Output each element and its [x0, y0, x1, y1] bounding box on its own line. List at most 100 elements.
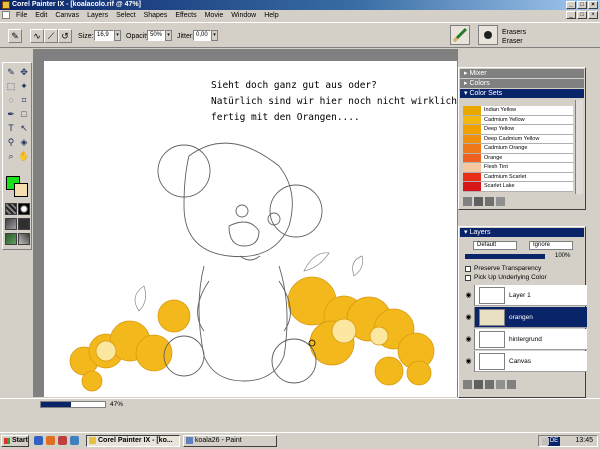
pattern-selector-icon[interactable]: [5, 218, 17, 230]
size-field[interactable]: 16,9: [94, 30, 114, 41]
color-set-item[interactable]: Deep Yellow: [463, 125, 573, 135]
firefox-quicklaunch-icon[interactable]: [46, 436, 55, 445]
delete-layer-icon[interactable]: [507, 380, 516, 389]
minimize-button[interactable]: _: [566, 1, 576, 9]
doc-restore-button[interactable]: □: [577, 11, 587, 19]
doc-close-button[interactable]: ×: [588, 11, 598, 19]
close-button[interactable]: ×: [588, 1, 598, 9]
colors-panel-header[interactable]: ▸ Colors: [460, 79, 584, 88]
color-set-item[interactable]: Orange: [463, 153, 573, 163]
pen-icon[interactable]: ✒: [5, 108, 17, 120]
rectangle-select-icon[interactable]: ⬚: [5, 80, 17, 92]
color-set-item[interactable]: Indian Yellow: [463, 106, 573, 116]
browser-quicklaunch-icon[interactable]: [34, 436, 43, 445]
menu-edit[interactable]: Edit: [31, 12, 51, 19]
additional-color-swatch[interactable]: [14, 183, 28, 197]
delete-color-icon[interactable]: [485, 197, 494, 206]
color-sets-panel-header[interactable]: ▾ Color Sets: [460, 89, 584, 98]
brush-category-label[interactable]: Erasers: [502, 29, 526, 36]
eye-icon[interactable]: ◉: [463, 306, 475, 328]
library-icon[interactable]: [463, 197, 472, 206]
lasso-icon[interactable]: ◌: [5, 94, 17, 106]
menu-file[interactable]: File: [12, 12, 31, 19]
layers-panel-header[interactable]: ▾ Layers: [460, 228, 584, 237]
menu-shapes[interactable]: Shapes: [140, 12, 172, 19]
doc-minimize-button[interactable]: _: [566, 11, 576, 19]
mask-icon[interactable]: [485, 380, 494, 389]
magic-wand-icon[interactable]: ✦: [18, 80, 30, 92]
layer-adjuster-icon[interactable]: ✥: [18, 66, 30, 78]
volume-icon[interactable]: [542, 438, 549, 445]
color-set-item[interactable]: Cadmium Scarlet: [463, 172, 573, 182]
maximize-button[interactable]: □: [577, 1, 587, 9]
eye-icon[interactable]: ◉: [463, 350, 475, 372]
desktop-quicklaunch-icon[interactable]: [70, 436, 79, 445]
preserve-transparency-option[interactable]: Preserve Transparency: [465, 265, 541, 272]
freehand-stroke-icon[interactable]: ∿: [30, 29, 44, 43]
jitter-field[interactable]: 0,00: [193, 30, 211, 41]
layer-row-hintergrund[interactable]: ◉ hintergrund: [463, 328, 587, 350]
brush-tool-icon[interactable]: ✎: [8, 29, 22, 43]
text-icon[interactable]: T: [5, 122, 17, 134]
crop-icon[interactable]: ⌗: [18, 94, 30, 106]
mixer-panel-header[interactable]: ▸ Mixer: [460, 69, 584, 78]
color-set-item[interactable]: Cadmium Yellow: [463, 115, 573, 125]
app-quicklaunch-icon[interactable]: [58, 436, 67, 445]
paper-selector-icon[interactable]: [5, 203, 17, 215]
brush-variant-label[interactable]: Eraser: [502, 38, 523, 45]
nozzle-selector-icon[interactable]: [5, 233, 17, 245]
new-layer-icon[interactable]: [496, 380, 505, 389]
menu-movie[interactable]: Movie: [201, 12, 228, 19]
pick-up-color-option[interactable]: Pick Up Underlying Color: [465, 274, 547, 281]
menu-effects[interactable]: Effects: [171, 12, 200, 19]
color-set-item[interactable]: Deep Cadmium Yellow: [463, 134, 573, 144]
magnifier-icon[interactable]: ⌕: [5, 150, 17, 162]
opacity-dropdown-icon[interactable]: ▾: [165, 30, 172, 41]
document-icon[interactable]: [2, 11, 10, 19]
layer-row-layer-1[interactable]: ◉ Layer 1: [463, 284, 587, 306]
menu-select[interactable]: Select: [112, 12, 139, 19]
eye-icon[interactable]: ◉: [463, 284, 475, 306]
brush-selector[interactable]: Erasers Eraser: [448, 23, 600, 47]
reset-tool-icon[interactable]: ↺: [58, 29, 72, 43]
opacity-field[interactable]: 50%: [147, 30, 165, 41]
color-sets-scrollbar[interactable]: [575, 100, 583, 194]
jitter-dropdown-icon[interactable]: ▾: [211, 30, 218, 41]
preserve-transparency-checkbox[interactable]: [465, 265, 471, 272]
menu-layers[interactable]: Layers: [83, 12, 112, 19]
straight-line-icon[interactable]: ⟋: [44, 29, 58, 43]
brush-variant-icon[interactable]: [478, 25, 498, 45]
drawing-canvas[interactable]: Sieht doch ganz gut aus oder? Natürlich …: [44, 61, 457, 397]
menu-window[interactable]: Window: [227, 12, 260, 19]
add-color-icon[interactable]: [474, 197, 483, 206]
shape-select-icon[interactable]: ↖: [18, 122, 30, 134]
zoom-slider[interactable]: [40, 401, 106, 408]
composite-depth-select[interactable]: Ignore: [529, 241, 573, 250]
task-paint[interactable]: koala26 - Paint: [183, 435, 277, 447]
look-selector-icon[interactable]: [18, 233, 30, 245]
dropper-icon[interactable]: ⚲: [5, 136, 17, 148]
menu-canvas[interactable]: Canvas: [51, 12, 83, 19]
menu-help[interactable]: Help: [260, 12, 282, 19]
pick-up-color-checkbox[interactable]: [465, 274, 471, 281]
gradient-selector-icon[interactable]: [18, 203, 30, 215]
search-color-icon[interactable]: [496, 197, 505, 206]
brush-icon[interactable]: ✎: [5, 66, 17, 78]
color-set-item[interactable]: Cadmium Orange: [463, 144, 573, 154]
grabber-icon[interactable]: ✋: [18, 150, 30, 162]
size-dropdown-icon[interactable]: ▾: [114, 30, 121, 41]
color-set-item[interactable]: Flesh Tint: [463, 163, 573, 173]
paint-bucket-icon[interactable]: ◈: [18, 136, 30, 148]
rectangle-shape-icon[interactable]: □: [18, 108, 30, 120]
dynamic-plugins-icon[interactable]: [474, 380, 483, 389]
task-corel-painter[interactable]: Corel Painter IX - [ko...: [86, 435, 180, 447]
start-button[interactable]: Start: [1, 435, 29, 447]
eye-icon[interactable]: ◉: [463, 328, 475, 350]
opacity-slider[interactable]: [465, 254, 545, 259]
layer-commands-icon[interactable]: [463, 380, 472, 389]
composite-method-select[interactable]: Default: [473, 241, 517, 250]
layer-row-canvas[interactable]: ◉ Canvas: [463, 350, 587, 372]
weaving-selector-icon[interactable]: [18, 218, 30, 230]
layer-row-orangen[interactable]: ◉ orangen: [463, 306, 587, 328]
brush-category-icon[interactable]: [450, 25, 470, 45]
